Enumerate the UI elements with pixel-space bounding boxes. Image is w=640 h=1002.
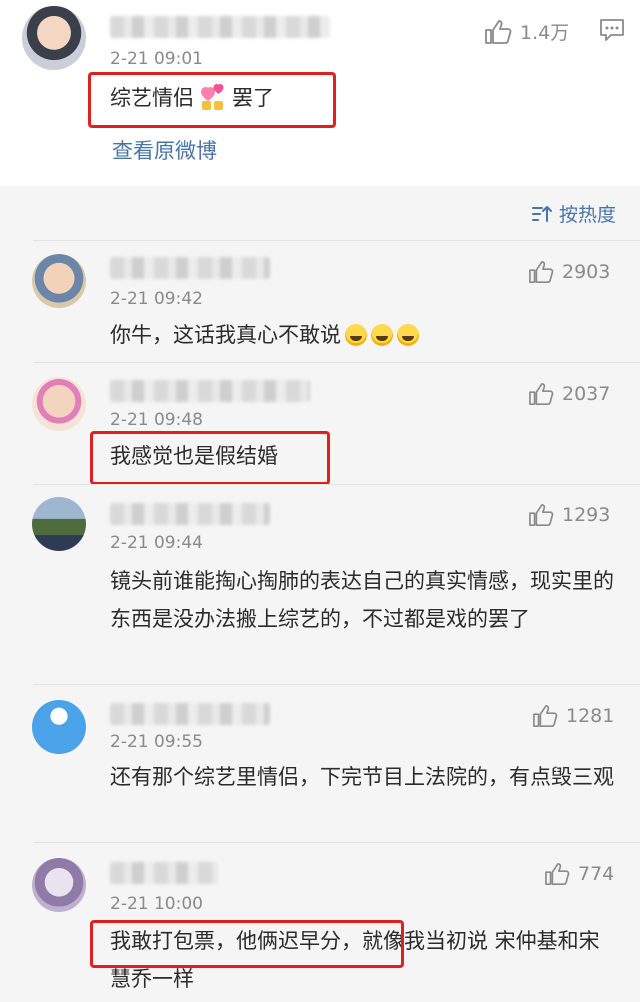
like-button[interactable]: 1.4万 xyxy=(484,18,569,45)
avatar[interactable] xyxy=(32,497,86,551)
blurred-username[interactable] xyxy=(110,703,270,725)
like-count: 1281 xyxy=(566,705,615,727)
comment-text: 还有那个综艺里情侣，下完节目上法院的，有点毁三观 xyxy=(110,765,614,789)
highlight-box xyxy=(90,920,404,968)
laughing-emoji-icon xyxy=(371,324,393,346)
blurred-username[interactable] xyxy=(110,257,270,279)
sort-label: 按热度 xyxy=(558,204,616,226)
like-button[interactable]: 2903 xyxy=(528,260,610,284)
divider xyxy=(33,362,640,363)
blurred-username[interactable] xyxy=(110,380,310,402)
sort-toggle[interactable]: 按热度 xyxy=(531,200,616,227)
comment-time: 2-21 10:00 xyxy=(110,894,203,914)
comment-time: 2-21 09:55 xyxy=(110,732,203,752)
like-button[interactable]: 1281 xyxy=(532,704,614,728)
like-button[interactable]: 774 xyxy=(544,862,614,886)
divider xyxy=(33,240,640,241)
thumbs-up-icon xyxy=(529,504,554,526)
laughing-emoji-icon xyxy=(345,324,367,346)
comment-text: 镜头前谁能掏心掏肺的表达自己的真实情感，现实里的东西是没办法搬上综艺的，不过都是… xyxy=(110,569,614,631)
avatar[interactable] xyxy=(22,6,86,70)
laughing-emoji-icon xyxy=(397,324,419,346)
comment-text-part: 你牛，这话我真心不敢说 xyxy=(110,323,341,347)
blurred-username[interactable] xyxy=(110,862,218,884)
comment-time: 2-21 09:42 xyxy=(110,289,203,309)
like-count: 1.4万 xyxy=(520,22,570,44)
comment-icon[interactable] xyxy=(599,18,625,46)
top-comment: 2-21 09:01 1.4万 综艺情侣 罢了 查看原微博 xyxy=(0,0,640,186)
highlight-box xyxy=(90,431,330,485)
like-count: 2037 xyxy=(562,383,611,405)
comment-time: 2-21 09:44 xyxy=(110,533,203,553)
thumbs-up-icon xyxy=(529,261,554,283)
view-original-link[interactable]: 查看原微博 xyxy=(112,135,217,165)
like-count: 1293 xyxy=(562,504,611,526)
highlight-box xyxy=(88,72,336,128)
avatar[interactable] xyxy=(32,700,86,754)
thumbs-up-icon xyxy=(529,383,554,405)
divider xyxy=(33,842,640,843)
avatar[interactable] xyxy=(32,254,86,308)
like-count: 2903 xyxy=(562,261,611,283)
like-button[interactable]: 2037 xyxy=(528,382,610,406)
thumbs-up-icon xyxy=(545,863,570,885)
divider xyxy=(33,484,640,485)
like-button[interactable]: 1293 xyxy=(528,503,610,527)
thumbs-up-icon xyxy=(485,19,512,44)
like-count: 774 xyxy=(578,863,615,885)
comment-time: 2-21 09:01 xyxy=(110,49,203,69)
blurred-username[interactable] xyxy=(110,503,270,525)
sort-icon xyxy=(531,205,552,222)
thumbs-up-icon xyxy=(533,705,558,727)
blurred-username[interactable] xyxy=(110,16,330,38)
comment-time: 2-21 09:48 xyxy=(110,410,203,430)
avatar[interactable] xyxy=(32,858,86,912)
avatar[interactable] xyxy=(32,377,86,431)
comment-text: 你牛，这话我真心不敢说 xyxy=(110,316,620,354)
divider xyxy=(33,684,640,685)
